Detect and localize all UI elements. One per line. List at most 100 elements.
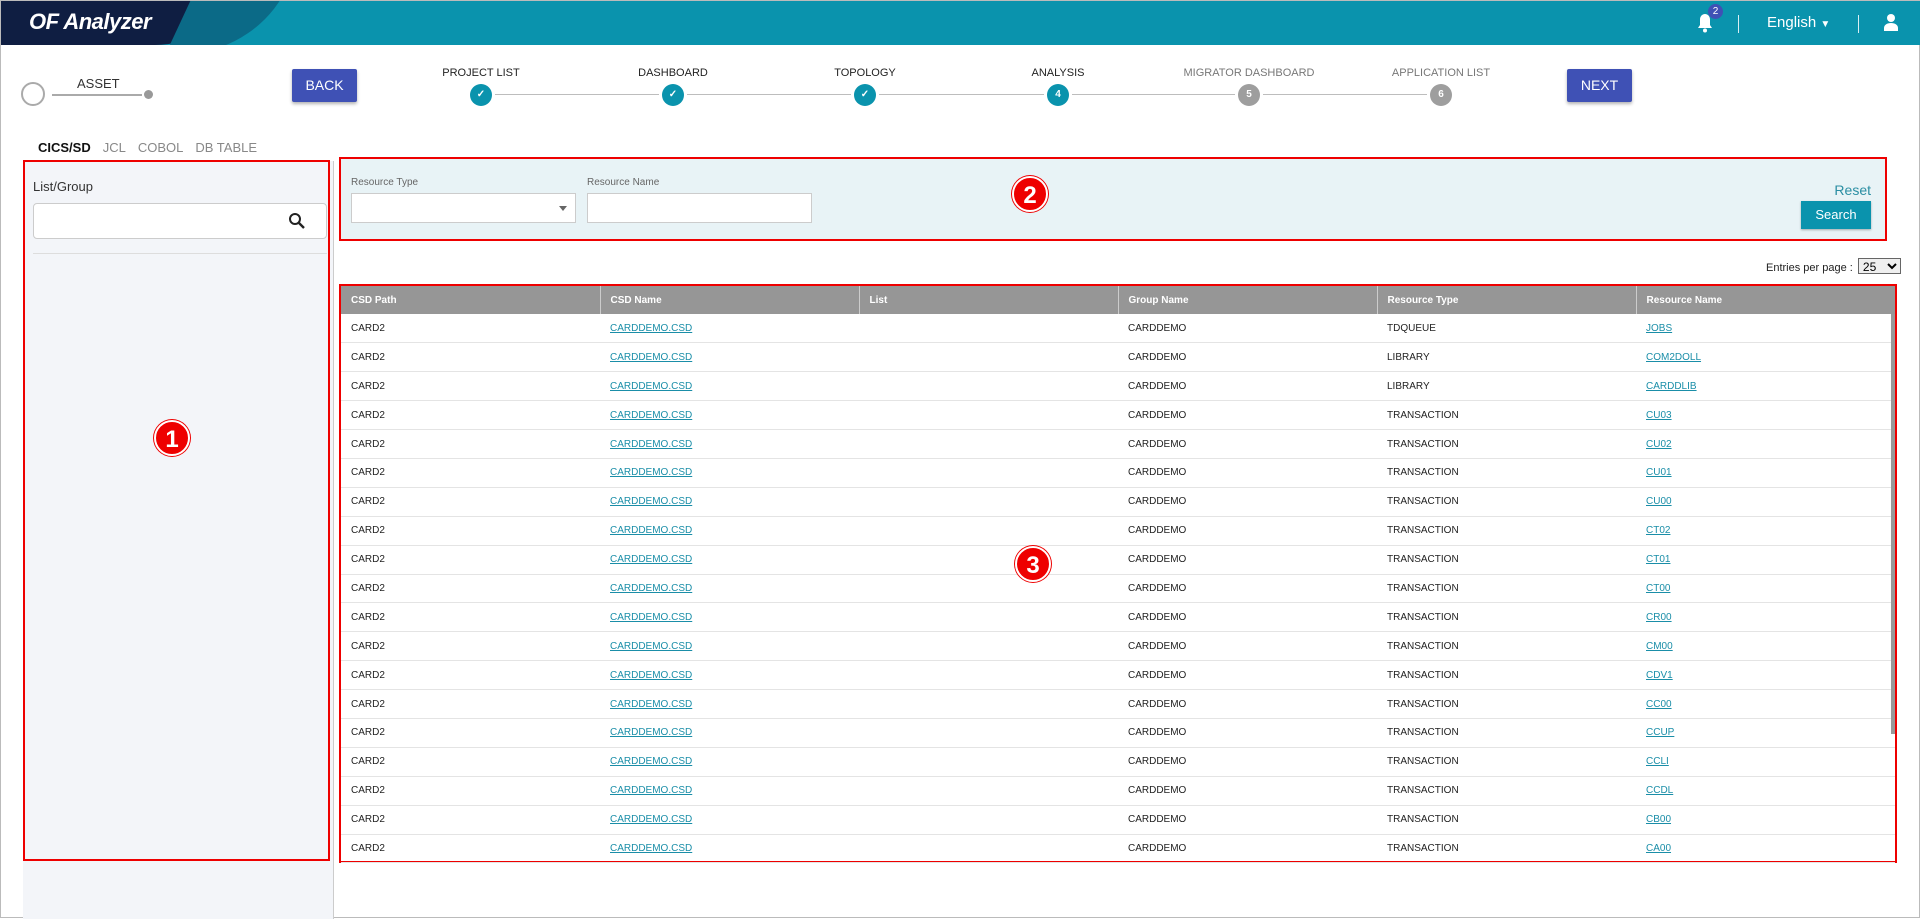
resource-name-link[interactable]: CU02 [1646,439,1672,450]
resource-name-link[interactable]: COM2DOLL [1646,352,1701,363]
step-application-list[interactable]: APPLICATION LIST 6 [1341,67,1541,106]
table-cell: CARDDEMO [1118,602,1377,633]
resource-name-link[interactable]: CDV1 [1646,670,1673,681]
csd-name-link[interactable]: CARDDEMO.CSD [610,352,692,363]
csd-name-link[interactable]: CARDDEMO.CSD [610,467,692,478]
resource-name-link[interactable]: JOBS [1646,323,1672,334]
table-cell: CARD2 [341,689,600,719]
asset-toggle[interactable] [21,82,45,106]
csd-name-link[interactable]: CARDDEMO.CSD [610,583,692,594]
table-scrollbar[interactable] [1891,314,1895,734]
resource-name-link[interactable]: CT02 [1646,525,1670,536]
search-button[interactable]: Search [1801,201,1871,229]
step-topology[interactable]: TOPOLOGY ✓ [765,67,965,106]
list-group-title: List/Group [33,179,93,194]
csd-name-link[interactable]: CARDDEMO.CSD [610,612,692,623]
search-icon[interactable] [288,212,306,230]
column-header[interactable]: CSD Path [341,286,600,314]
table-cell: CARDDEMO.CSD [600,342,859,373]
csd-name-link[interactable]: CARDDEMO.CSD [610,727,692,738]
resource-name-link[interactable]: CM00 [1646,641,1673,652]
table-cell: CARDDEMO [1118,747,1377,777]
resource-type-select[interactable] [351,193,576,223]
step-number: 4 [1047,84,1069,106]
csd-name-link[interactable]: CARDDEMO.CSD [610,756,692,767]
table-row: CARD2 CARDDEMO.CSD CARDDEMO LIBRARY CARDDLIB [341,371,1895,402]
resource-name-link[interactable]: CCUP [1646,727,1674,738]
table-cell [859,574,1118,604]
resource-name-link[interactable]: CB00 [1646,814,1671,825]
table-cell: CC00 [1636,689,1895,719]
resource-name-input[interactable] [587,193,812,223]
list-group-search-input[interactable] [33,203,327,239]
csd-name-link[interactable]: CARDDEMO.CSD [610,814,692,825]
table-cell: TRANSACTION [1377,834,1636,864]
next-button[interactable]: NEXT [1567,69,1632,102]
caret-down-icon: ▼ [1820,19,1831,30]
table-cell: LIBRARY [1377,342,1636,373]
app-logo[interactable]: OF Analyzer [29,9,152,35]
resource-name-link[interactable]: CU03 [1646,410,1672,421]
step-label: ANALYSIS [1031,67,1085,79]
entries-per-page: Entries per page : 25 [1766,258,1901,274]
csd-name-link[interactable]: CARDDEMO.CSD [610,843,692,854]
language-selector[interactable]: English ▼ [1767,14,1830,31]
table-cell [859,631,1118,662]
table-cell: CCUP [1636,718,1895,748]
resource-name-link[interactable]: CT01 [1646,554,1670,565]
step-label: DASHBOARD [638,67,708,79]
table-cell: CARDDEMO.CSD [600,516,859,546]
table-cell: JOBS [1636,314,1895,344]
step-analysis[interactable]: ANALYSIS 4 [958,67,1158,106]
resource-name-link[interactable]: CR00 [1646,612,1672,623]
entries-per-page-select[interactable]: 25 [1857,258,1901,274]
resource-name-link[interactable]: CCDL [1646,785,1673,796]
csd-name-link[interactable]: CARDDEMO.CSD [610,323,692,334]
table-cell: CT00 [1636,574,1895,604]
csd-name-link[interactable]: CARDDEMO.CSD [610,554,692,565]
resource-name-link[interactable]: CARDDLIB [1646,381,1697,392]
resource-name-label: Resource Name [587,177,660,188]
reset-link[interactable]: Reset [1834,182,1871,198]
column-header[interactable]: List [858,286,1118,314]
tab-jcl[interactable]: JCL [103,140,126,155]
table-cell: CARD2 [341,487,600,517]
resource-name-link[interactable]: CU00 [1646,496,1672,507]
tab-cics-sd[interactable]: CICS/SD [38,140,91,155]
csd-name-link[interactable]: CARDDEMO.CSD [610,410,692,421]
csd-name-link[interactable]: CARDDEMO.CSD [610,641,692,652]
csd-name-link[interactable]: CARDDEMO.CSD [610,670,692,681]
table-cell: TRANSACTION [1377,516,1636,546]
tab-db-table[interactable]: DB TABLE [195,140,257,155]
csd-name-link[interactable]: CARDDEMO.CSD [610,439,692,450]
resource-name-link[interactable]: CC00 [1646,699,1672,710]
csd-name-link[interactable]: CARDDEMO.CSD [610,496,692,507]
column-header[interactable]: CSD Name [599,286,859,314]
step-project-list[interactable]: PROJECT LIST ✓ [381,67,581,106]
table-cell [859,747,1118,777]
tab-cobol[interactable]: COBOL [138,140,184,155]
resource-name-link[interactable]: CA00 [1646,843,1671,854]
table-cell [859,487,1118,517]
resource-name-link[interactable]: CU01 [1646,467,1672,478]
resource-name-link[interactable]: CT00 [1646,583,1670,594]
table-cell: CARDDEMO.CSD [600,487,859,517]
column-header[interactable]: Group Name [1117,286,1377,314]
csd-name-link[interactable]: CARDDEMO.CSD [610,785,692,796]
back-button[interactable]: BACK [292,69,357,102]
csd-name-link[interactable]: CARDDEMO.CSD [610,525,692,536]
csd-name-link[interactable]: CARDDEMO.CSD [610,381,692,392]
filter-panel: Resource Type Resource Name Reset Search [339,157,1887,241]
step-number: 5 [1238,84,1260,106]
column-header[interactable]: Resource Type [1376,286,1636,314]
table-cell: CARD2 [341,805,600,835]
check-icon: ✓ [470,84,492,106]
resource-name-link[interactable]: CCLI [1646,756,1669,767]
table-cell: CARDDEMO [1118,458,1377,488]
step-migrator-dashboard[interactable]: MIGRATOR DASHBOARD 5 [1149,67,1349,106]
step-dashboard[interactable]: DASHBOARD ✓ [573,67,773,106]
user-icon[interactable] [1884,13,1898,31]
column-header[interactable]: Resource Name [1635,286,1895,314]
csd-name-link[interactable]: CARDDEMO.CSD [610,699,692,710]
table-cell: TRANSACTION [1377,602,1636,633]
